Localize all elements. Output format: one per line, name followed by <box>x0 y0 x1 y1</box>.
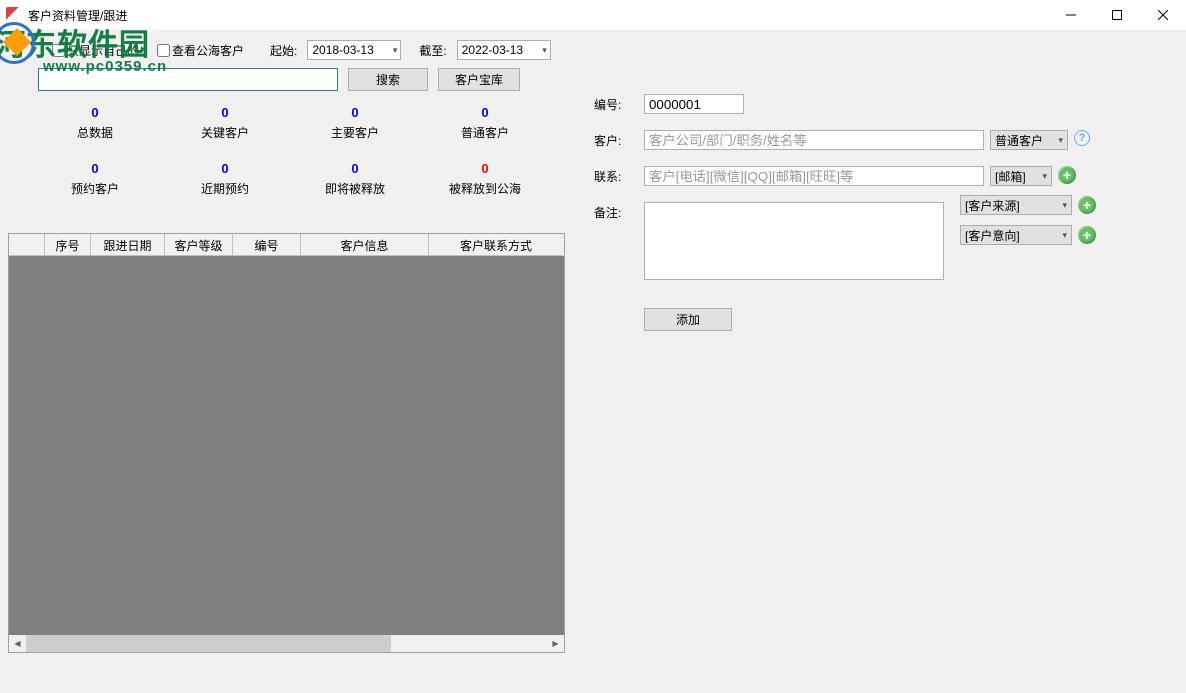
end-date-label: 截至: <box>419 42 446 59</box>
only-mine-input[interactable] <box>52 44 65 57</box>
scroll-thumb[interactable] <box>26 635 391 652</box>
start-date-select[interactable]: 2018-03-13 <box>307 40 401 60</box>
maximize-button[interactable] <box>1094 0 1140 30</box>
scroll-left-icon[interactable]: ◀ <box>9 635 26 652</box>
window-controls <box>1048 0 1186 30</box>
add-source-icon[interactable]: + <box>1078 196 1096 214</box>
row-add: 添加 <box>644 308 1164 331</box>
stat-main: 0 主要客户 <box>290 105 420 157</box>
add-button[interactable]: 添加 <box>644 308 732 331</box>
contact-type-select[interactable]: [邮箱] <box>990 166 1052 186</box>
contact-label: 联系: <box>594 166 644 185</box>
form-side: [客户来源] + [客户意向] + <box>960 195 1096 255</box>
data-grid[interactable]: 序号 跟进日期 客户等级 编号 客户信息 客户联系方式 ◀ ▶ <box>8 233 565 653</box>
row-customer: 客户: 普通客户 ? <box>594 130 1164 150</box>
grid-body <box>9 256 564 635</box>
col-blank[interactable] <box>9 234 45 256</box>
scroll-track[interactable] <box>26 635 547 652</box>
source-select[interactable]: [客户来源] <box>960 195 1072 215</box>
stat-normal: 0 普通客户 <box>420 105 550 157</box>
add-intent-icon[interactable]: + <box>1078 226 1096 244</box>
close-button[interactable] <box>1140 0 1186 30</box>
id-label: 编号: <box>594 94 644 113</box>
window-title: 客户资料管理/跟进 <box>28 7 127 24</box>
row-id: 编号: <box>594 94 1164 114</box>
minimize-button[interactable] <box>1048 0 1094 30</box>
stat-key: 0 关键客户 <box>160 105 290 157</box>
row-source: [客户来源] + <box>960 195 1096 215</box>
titlebar: 客户资料管理/跟进 <box>0 0 1186 30</box>
only-mine-label: 只显示自己的 <box>67 42 139 59</box>
col-date[interactable]: 跟进日期 <box>91 234 165 256</box>
scroll-right-icon[interactable]: ▶ <box>547 635 564 652</box>
id-field <box>644 94 744 114</box>
contact-field[interactable] <box>644 166 984 186</box>
row-intent: [客户意向] + <box>960 225 1096 245</box>
col-level[interactable]: 客户等级 <box>165 234 233 256</box>
only-mine-checkbox[interactable]: 只显示自己的 <box>48 41 139 60</box>
stat-reserve: 0 预约客户 <box>30 161 160 213</box>
content-area: 河东软件园 www.pc0359.cn 只显示自己的 查看公海客户 起始: 20… <box>0 30 1186 693</box>
note-label: 备注: <box>594 202 644 221</box>
stats-row-2: 0 预约客户 0 近期预约 0 即将被释放 0 被释放到公海 <box>30 161 550 213</box>
customer-label: 客户: <box>594 130 644 149</box>
stats-row-1: 0 总数据 0 关键客户 0 主要客户 0 普通客户 <box>30 105 550 157</box>
intent-select[interactable]: [客户意向] <box>960 225 1072 245</box>
stat-released: 0 被释放到公海 <box>420 161 550 213</box>
col-info[interactable]: 客户信息 <box>301 234 429 256</box>
row-contact: 联系: [邮箱] + <box>594 166 1164 186</box>
search-input[interactable] <box>38 68 338 91</box>
stat-recent: 0 近期预约 <box>160 161 290 213</box>
app-icon <box>6 7 22 23</box>
filter-row: 只显示自己的 查看公海客户 起始: 2018-03-13 截至: 2022-03… <box>0 30 1186 66</box>
note-textarea[interactable] <box>644 202 944 280</box>
help-icon[interactable]: ? <box>1074 130 1090 146</box>
grid-header: 序号 跟进日期 客户等级 编号 客户信息 客户联系方式 <box>9 234 564 256</box>
grid-scrollbar-horizontal[interactable]: ◀ ▶ <box>9 635 564 652</box>
main-window: 客户资料管理/跟进 河东软件园 www.pc0359.cn 只显示自己的 <box>0 0 1186 693</box>
stat-total: 0 总数据 <box>30 105 160 157</box>
treasure-button[interactable]: 客户宝库 <box>438 68 520 91</box>
view-public-label: 查看公海客户 <box>172 42 244 59</box>
stat-release-soon: 0 即将被释放 <box>290 161 420 213</box>
customer-field[interactable] <box>644 130 984 150</box>
end-date-select[interactable]: 2022-03-13 <box>457 40 551 60</box>
col-index[interactable]: 序号 <box>45 234 91 256</box>
start-date-label: 起始: <box>270 42 297 59</box>
col-id[interactable]: 编号 <box>233 234 301 256</box>
view-public-input[interactable] <box>157 44 170 57</box>
col-contact[interactable]: 客户联系方式 <box>429 234 563 256</box>
customer-type-select[interactable]: 普通客户 <box>990 130 1068 150</box>
stats-area: 0 总数据 0 关键客户 0 主要客户 0 普通客户 0 <box>0 97 580 227</box>
search-button[interactable]: 搜索 <box>348 68 428 91</box>
view-public-checkbox[interactable]: 查看公海客户 <box>153 41 244 60</box>
search-row: 搜索 客户宝库 <box>0 66 1186 97</box>
add-contact-icon[interactable]: + <box>1058 166 1076 184</box>
